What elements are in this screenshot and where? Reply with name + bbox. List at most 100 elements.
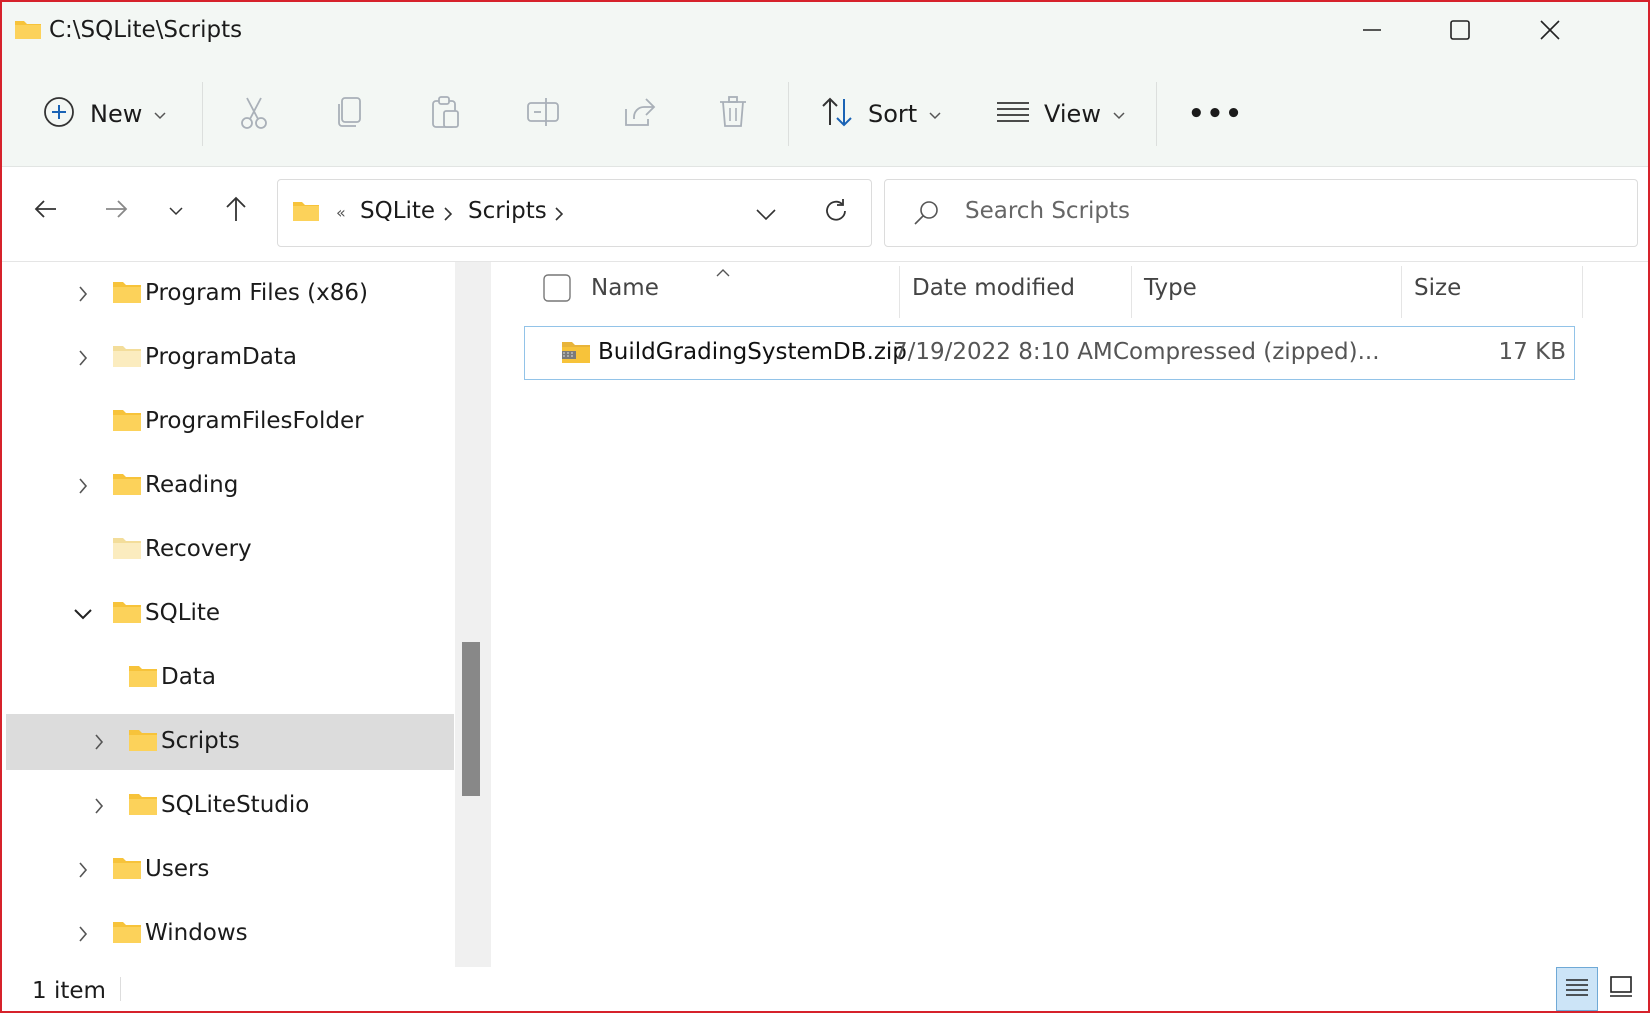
delete-button[interactable] <box>718 84 748 144</box>
tree-item[interactable]: SQLiteStudio <box>6 778 454 834</box>
folder-icon <box>128 792 158 820</box>
chevron-down-icon <box>154 105 166 124</box>
address-bar[interactable]: « SQLite Scripts <box>277 179 872 247</box>
minimize-icon <box>1362 20 1382 44</box>
tree-item[interactable]: Reading <box>6 458 454 514</box>
paste-icon <box>430 95 462 133</box>
search-icon <box>913 200 939 230</box>
arrow-left-icon <box>34 197 58 225</box>
tree-item[interactable]: Recovery <box>6 522 454 578</box>
chevron-right-icon[interactable] <box>444 206 453 225</box>
tree-item-label: SQLite <box>145 600 221 626</box>
tree-item-label: Recovery <box>145 536 252 562</box>
folder-icon <box>14 18 42 44</box>
rename-button[interactable] <box>526 84 560 144</box>
share-icon <box>622 95 656 133</box>
close-icon <box>1539 19 1561 45</box>
chevron-down-icon <box>1113 105 1125 124</box>
folder-icon <box>292 200 320 226</box>
status-separator <box>120 977 121 1001</box>
search-box[interactable]: Search Scripts <box>884 179 1638 247</box>
tree-item[interactable]: ProgramData <box>6 330 454 386</box>
folder-icon <box>112 408 142 436</box>
tree-item-label: Program Files (x86) <box>145 280 368 306</box>
chevron-right-icon[interactable] <box>69 344 97 372</box>
navigation-pane-scrollbar[interactable] <box>455 262 491 967</box>
large-icons-view-button[interactable] <box>1600 967 1642 1011</box>
item-count: 1 item <box>32 978 106 1004</box>
address-history-chevron-icon[interactable] <box>756 206 776 225</box>
folder-icon <box>112 280 142 308</box>
cut-button[interactable] <box>238 84 270 144</box>
file-list: Name Date modified Type Size BuildGradin… <box>491 262 1648 967</box>
select-all-checkbox[interactable] <box>543 262 571 314</box>
file-size: 17 KB <box>1498 339 1566 365</box>
search-input[interactable]: Search Scripts <box>965 198 1130 224</box>
folder-icon <box>128 664 158 692</box>
column-separator[interactable] <box>1131 266 1132 318</box>
chevron-right-icon[interactable] <box>85 728 113 756</box>
recent-locations-button[interactable] <box>154 189 198 233</box>
up-button[interactable] <box>214 189 258 233</box>
tree-item[interactable]: Users <box>6 842 454 898</box>
chevron-right-icon[interactable] <box>85 792 113 820</box>
column-header-size[interactable]: Size <box>1414 262 1461 314</box>
chevron-right-icon[interactable] <box>69 472 97 500</box>
title-bar: C:\SQLite\Scripts <box>2 2 1648 62</box>
minimize-button[interactable] <box>1350 14 1394 50</box>
forward-button[interactable] <box>94 189 138 233</box>
chevron-down-icon <box>929 105 941 124</box>
file-name: BuildGradingSystemDB.zip <box>598 339 907 365</box>
close-button[interactable] <box>1528 14 1572 50</box>
tree-item[interactable]: Scripts <box>6 714 454 770</box>
table-row[interactable]: BuildGradingSystemDB.zip 7/19/2022 8:10 … <box>524 326 1575 380</box>
folder-icon <box>112 856 142 884</box>
tree-item-label: ProgramData <box>145 344 297 370</box>
folder-icon <box>112 344 142 372</box>
arrow-up-icon <box>224 196 248 226</box>
delete-icon <box>718 95 748 133</box>
tree-item[interactable]: Windows <box>6 906 454 962</box>
share-button[interactable] <box>622 84 656 144</box>
breadcrumb-sqlite[interactable]: SQLite <box>360 198 435 224</box>
folder-icon <box>128 728 158 756</box>
chevron-down-icon[interactable] <box>69 600 97 628</box>
tree-item-label: Reading <box>145 472 239 498</box>
more-options-button[interactable]: ••• <box>1188 84 1244 144</box>
view-button[interactable]: View <box>996 84 1125 144</box>
breadcrumb-scripts[interactable]: Scripts <box>468 198 547 224</box>
maximize-button[interactable] <box>1438 14 1482 50</box>
column-header-date-modified[interactable]: Date modified <box>912 262 1075 314</box>
details-view-button[interactable] <box>1556 967 1598 1011</box>
plus-circle-icon <box>42 95 76 133</box>
new-label: New <box>90 100 143 128</box>
refresh-icon[interactable] <box>823 198 849 228</box>
tree-item[interactable]: Data <box>6 650 454 706</box>
column-separator[interactable] <box>1401 266 1402 318</box>
status-bar: 1 item <box>2 967 1648 1011</box>
paste-button[interactable] <box>430 84 462 144</box>
back-button[interactable] <box>24 189 68 233</box>
tree-item[interactable]: ProgramFilesFolder <box>6 394 454 450</box>
new-button[interactable]: New <box>42 84 166 144</box>
navigation-bar: « SQLite Scripts Search Scripts <box>2 167 1648 262</box>
chevron-right-icon[interactable] <box>555 206 564 225</box>
scrollbar-thumb[interactable] <box>462 642 480 796</box>
breadcrumb-overflow[interactable]: « <box>336 203 346 222</box>
chevron-right-icon[interactable] <box>69 856 97 884</box>
sort-button[interactable]: Sort <box>820 84 941 144</box>
tree-item-label: Windows <box>145 920 248 946</box>
column-separator[interactable] <box>1582 266 1583 318</box>
column-header-type[interactable]: Type <box>1144 262 1197 314</box>
chevron-right-icon[interactable] <box>69 920 97 948</box>
sort-ascending-indicator-icon <box>716 262 730 281</box>
column-header-name[interactable]: Name <box>591 262 659 314</box>
file-explorer-window: C:\SQLite\Scripts New Sort View ••• « SQ… <box>0 0 1650 1013</box>
chevron-right-icon[interactable] <box>69 280 97 308</box>
tree-item[interactable]: Program Files (x86) <box>6 266 454 322</box>
column-separator[interactable] <box>899 266 900 318</box>
tree-item[interactable]: SQLite <box>6 586 454 642</box>
copy-button[interactable] <box>335 84 365 144</box>
folder-icon <box>112 920 142 948</box>
details-view-icon <box>1565 977 1589 1001</box>
